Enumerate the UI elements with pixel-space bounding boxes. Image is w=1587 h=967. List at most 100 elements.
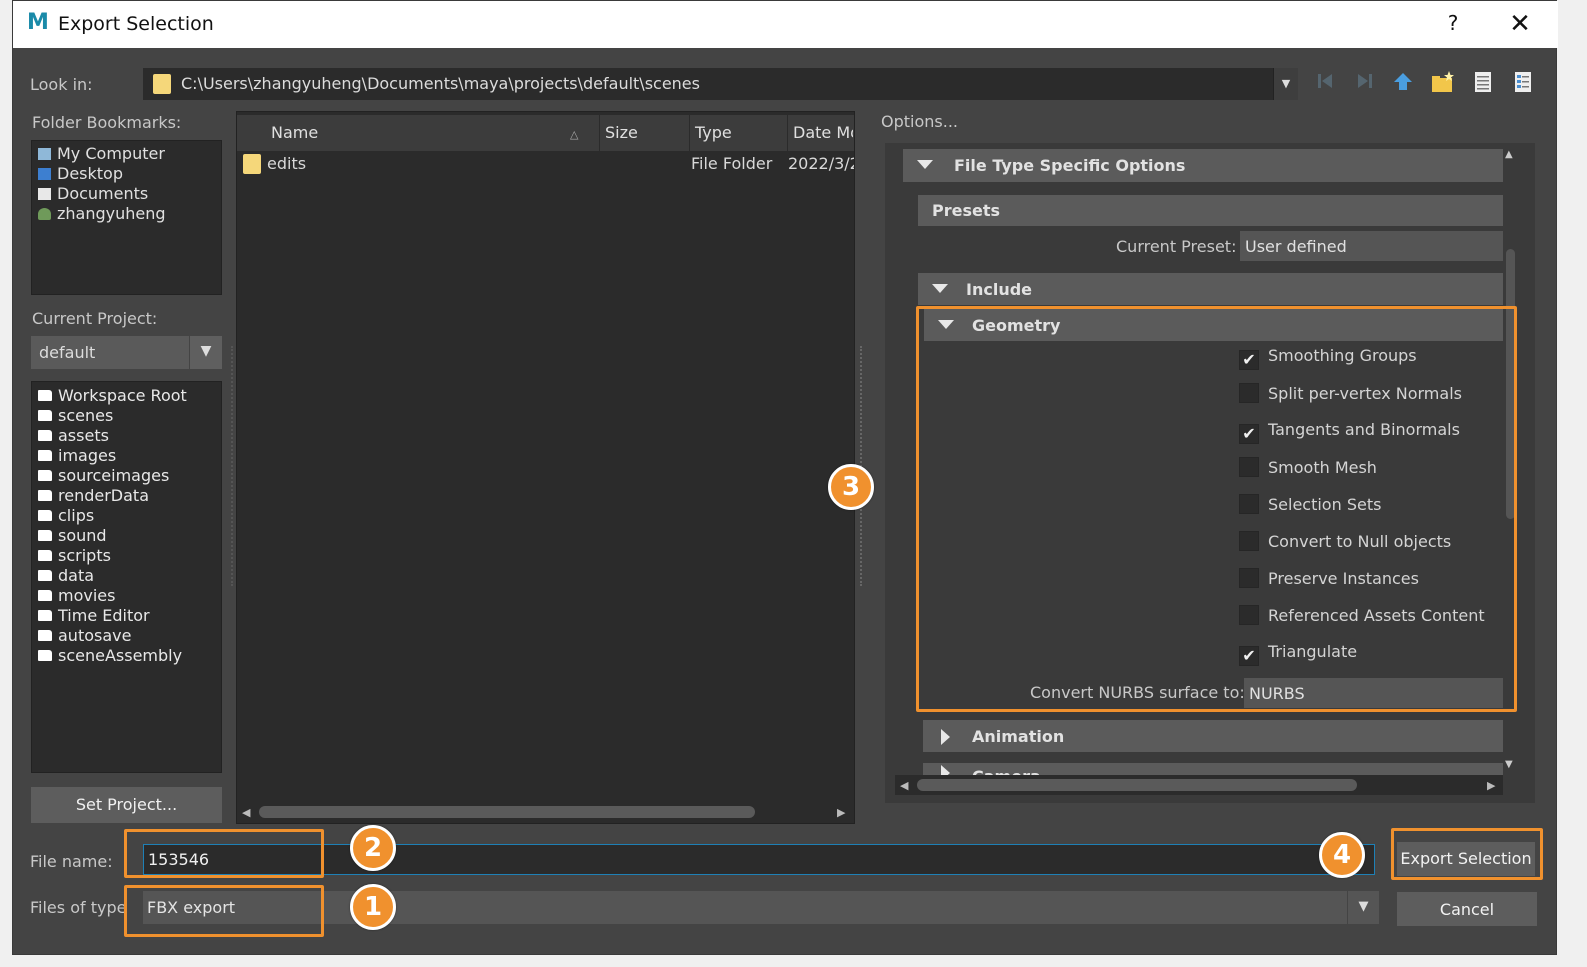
bookmark-my-computer[interactable]: My Computer (38, 144, 165, 164)
folder-item[interactable]: sourceimages (38, 466, 169, 486)
highlight-geometry-options (916, 306, 1517, 712)
folder-item[interactable]: clips (38, 506, 94, 526)
scroll-right-icon[interactable]: ▶ (1487, 779, 1495, 792)
scrollbar-thumb[interactable] (917, 779, 1357, 791)
title-bar: M Export Selection ? ✕ (13, 1, 1558, 48)
folder-item[interactable]: sceneAssembly (38, 646, 182, 666)
folder-item[interactable]: autosave (38, 626, 131, 646)
file-name-label: File name: (30, 852, 113, 871)
scroll-left-icon[interactable]: ◀ (242, 806, 250, 819)
highlight-file-name (124, 829, 324, 878)
folder-icon (243, 154, 261, 174)
file-list-header: Name △ Size Type Date Mo (237, 115, 854, 151)
bookmark-user[interactable]: zhangyuheng (38, 204, 166, 224)
look-in-combobox[interactable]: C:\Users\zhangyuheng\Documents\maya\proj… (143, 68, 1298, 100)
file-list: Name △ Size Type Date Mo edits File Fold… (236, 111, 855, 824)
back-icon[interactable] (1313, 71, 1339, 97)
expand-triangle-icon (941, 729, 950, 745)
folder-icon (38, 490, 52, 501)
folder-icon (38, 610, 52, 621)
documents-icon (38, 188, 51, 200)
folder-icon (38, 430, 52, 441)
folder-item[interactable]: Time Editor (38, 606, 150, 626)
look-in-path: C:\Users\zhangyuheng\Documents\maya\proj… (181, 74, 700, 93)
highlight-export-button (1391, 828, 1543, 880)
file-date-cell: 2022/3/2 (788, 154, 854, 173)
folder-icon (38, 570, 52, 581)
section-camera[interactable]: Camera (923, 763, 1503, 775)
section-file-type-specific-options[interactable]: File Type Specific Options (903, 149, 1503, 182)
column-header-type[interactable]: Type (695, 123, 732, 142)
highlight-file-type (124, 885, 324, 937)
chevron-down-icon[interactable]: ▼ (1273, 68, 1298, 100)
chevron-down-icon[interactable]: ▼ (1347, 891, 1379, 924)
computer-icon (38, 148, 51, 160)
section-include[interactable]: Include (918, 273, 1503, 305)
folder-item[interactable]: Workspace Root (38, 386, 187, 406)
export-selection-dialog: M Export Selection ? ✕ Look in: C:\Users… (12, 0, 1558, 955)
new-folder-icon[interactable] (1430, 71, 1456, 97)
project-value: default (39, 343, 96, 362)
close-button[interactable]: ✕ (1505, 9, 1535, 39)
cancel-button[interactable]: Cancel (1397, 892, 1537, 926)
current-preset-select[interactable]: User defined (1240, 231, 1503, 261)
folder-icon (38, 390, 52, 401)
chevron-down-icon[interactable]: ▼ (189, 336, 222, 369)
bookmarks-list: My Computer Desktop Documents zhangyuhen… (31, 140, 222, 295)
options-label: Options... (881, 112, 958, 131)
bookmark-documents[interactable]: Documents (38, 184, 148, 204)
folder-icon (153, 74, 171, 94)
maya-logo-icon: M (27, 10, 49, 35)
section-presets[interactable]: Presets (918, 195, 1503, 226)
panel-splitter[interactable] (231, 346, 233, 586)
folder-item[interactable]: scripts (38, 546, 111, 566)
up-folder-icon[interactable] (1390, 71, 1416, 97)
scroll-right-icon[interactable]: ▶ (837, 806, 845, 819)
list-view-icon[interactable] (1470, 71, 1496, 97)
file-list-horizontal-scrollbar[interactable]: ◀ ▶ (237, 802, 854, 822)
files-of-type-label: Files of type (30, 898, 127, 917)
folder-item[interactable]: data (38, 566, 94, 586)
folder-icon (38, 650, 52, 661)
file-name-input[interactable]: 153546 (143, 844, 1375, 875)
folder-item[interactable]: images (38, 446, 116, 466)
step-badge-1: 1 (350, 884, 396, 930)
user-icon (38, 208, 51, 220)
project-select[interactable]: default ▼ (31, 336, 222, 369)
detail-view-icon[interactable] (1510, 71, 1536, 97)
collapse-triangle-icon (917, 160, 933, 169)
current-preset-label: Current Preset: (1116, 237, 1237, 256)
scroll-up-icon[interactable]: ▲ (1505, 149, 1513, 160)
bookmark-desktop[interactable]: Desktop (38, 164, 123, 184)
file-type-cell: File Folder (691, 154, 773, 173)
folder-item[interactable]: movies (38, 586, 115, 606)
step-badge-3: 3 (828, 464, 874, 510)
forward-icon[interactable] (1351, 71, 1377, 97)
expand-triangle-icon (941, 765, 950, 775)
folder-icon (38, 630, 52, 641)
scrollbar-thumb[interactable] (259, 806, 755, 818)
folder-item[interactable]: sound (38, 526, 107, 546)
column-header-name[interactable]: Name (271, 123, 318, 142)
folder-icon (38, 470, 52, 481)
column-header-date[interactable]: Date Mo (793, 123, 853, 142)
step-badge-4: 4 (1319, 832, 1365, 878)
folder-item[interactable]: assets (38, 426, 109, 446)
folder-icon (38, 510, 52, 521)
project-folders-list: Workspace Root scenes assets images sour… (31, 381, 222, 773)
files-of-type-select[interactable]: FBX export ▼ (143, 891, 1379, 924)
table-row[interactable]: edits File Folder 2022/3/2 (237, 154, 854, 178)
folder-item[interactable]: scenes (38, 406, 113, 426)
folder-icon (38, 550, 52, 561)
folder-icon (38, 590, 52, 601)
scroll-left-icon[interactable]: ◀ (900, 779, 908, 792)
set-project-button[interactable]: Set Project... (31, 787, 222, 823)
folder-icon (38, 450, 52, 461)
scroll-down-icon[interactable]: ▼ (1505, 759, 1513, 770)
column-header-size[interactable]: Size (605, 123, 638, 142)
folder-item[interactable]: renderData (38, 486, 149, 506)
section-animation[interactable]: Animation (923, 720, 1503, 752)
collapse-triangle-icon (932, 284, 948, 293)
help-button[interactable]: ? (1441, 11, 1465, 37)
options-horizontal-scrollbar[interactable]: ◀ ▶ (895, 775, 1503, 795)
